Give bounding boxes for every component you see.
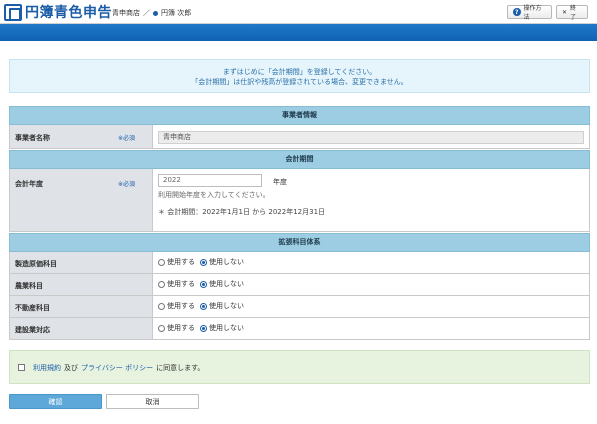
radio-nouse-label[interactable]: 使用しない [209,279,244,289]
breadcrumb-store: 青申商店 [112,9,140,17]
row-fiscal-year: 会計年度 ※必須 2022 年度 利用開始年度を入力してください。 ＊ 会計期間… [9,169,590,232]
app-logo: 円簿青色申告 [4,3,112,21]
account-row-label: 不動産科目 [15,304,50,312]
radio-use-label[interactable]: 使用する [167,323,195,333]
agree-checkbox[interactable] [18,364,25,371]
breadcrumb-separator: ／ [143,9,150,17]
radio-nouse[interactable] [200,258,207,266]
radio-use[interactable] [158,280,165,288]
header-bar [0,24,597,41]
section-header-accounts: 拡張科目体系 [9,233,590,252]
row-label-cell: 事業者名称 ※必須 [10,125,153,148]
account-row: 製造原価科目 使用する 使用しない [9,252,590,274]
account-row-label: 製造原価科目 [15,260,57,268]
radio-nouse-label[interactable]: 使用しない [209,257,244,267]
use-radio-group: 使用する 使用しない [158,279,249,289]
section-header-business: 事業者情報 [9,106,590,125]
row-label-cell: 不動産科目 [10,296,153,317]
breadcrumb: 青申商店 ／ 円簿 次郎 [112,8,191,18]
fiscal-year-suffix: 年度 [273,178,287,186]
app-header: 円簿青色申告 青申商店 ／ 円簿 次郎 ? 操作方法 ✕ 終了 [0,0,597,24]
row-label-cell: 建設業対応 [10,318,153,339]
row-business-name: 事業者名称 ※必須 青申商店 [9,125,590,149]
radio-use-label[interactable]: 使用する [167,301,195,311]
fiscal-year-label: 会計年度 [15,180,43,188]
close-icon: ✕ [562,8,568,16]
radio-nouse-label[interactable]: 使用しない [209,323,244,333]
notice-line-1: まずはじめに「会計期間」を登録してください。 [222,68,377,76]
agreement-text: 利用規約 及び プライバシー ポリシー に同意します。 [33,363,204,373]
radio-use[interactable] [158,258,165,266]
notice-box: まずはじめに「会計期間」を登録してください。 「会計期間」は仕訳や残高が登録され… [9,59,590,93]
required-mark: ※必須 [118,181,136,188]
accounting-period-text: ＊ 会計期間：2022年1月1日 から 2022年12月31日 [158,208,326,216]
breadcrumb-user: 円簿 次郎 [161,9,192,17]
agreement-suffix: に同意します。 [156,364,205,372]
terms-link[interactable]: 利用規約 [33,363,61,373]
privacy-policy-link[interactable]: プライバシー ポリシー [81,363,153,373]
radio-nouse[interactable] [200,280,207,288]
required-mark: ※必須 [118,135,136,142]
business-name-label: 事業者名称 [15,134,50,142]
radio-nouse-label[interactable]: 使用しない [209,301,244,311]
exit-button[interactable]: ✕ 終了 [556,5,588,21]
account-row: 不動産科目 使用する 使用しない [9,296,590,318]
account-row-label: 建設業対応 [15,326,50,334]
agreement-box: 利用規約 及び プライバシー ポリシー に同意します。 [9,350,590,384]
help-icon: ? [513,8,521,16]
radio-use[interactable] [158,302,165,310]
fiscal-year-input[interactable]: 2022 [158,174,262,187]
logo-icon [4,3,22,21]
help-button-label: 操作方法 [523,5,542,21]
fiscal-year-hint: 利用開始年度を入力してください。 [158,191,270,199]
radio-use-label[interactable]: 使用する [167,279,195,289]
cancel-button[interactable]: 取消 [106,394,199,409]
account-row-label: 農業科目 [15,282,43,290]
business-name-field: 青申商店 [158,131,584,144]
radio-nouse[interactable] [200,302,207,310]
radio-use[interactable] [158,324,165,332]
section-header-period: 会計期間 [9,150,590,169]
confirm-button[interactable]: 確認 [9,394,102,409]
user-dot-icon [153,10,158,16]
radio-nouse[interactable] [200,324,207,332]
logo-text: 円簿青色申告 [25,5,112,21]
use-radio-group: 使用する 使用しない [158,301,249,311]
help-button[interactable]: ? 操作方法 [507,5,552,21]
account-row: 農業科目 使用する 使用しない [9,274,590,296]
agreement-and: 及び [64,364,78,372]
account-row: 建設業対応 使用する 使用しない [9,318,590,340]
exit-button-label: 終了 [570,5,577,21]
row-label-cell: 製造原価科目 [10,252,153,273]
use-radio-group: 使用する 使用しない [158,323,249,333]
row-label-cell: 農業科目 [10,274,153,295]
notice-line-2: 「会計期間」は仕訳や残高が登録されている場合、変更できません。 [191,78,408,86]
radio-use-label[interactable]: 使用する [167,257,195,267]
use-radio-group: 使用する 使用しない [158,257,249,267]
row-label-cell: 会計年度 ※必須 [10,169,153,231]
